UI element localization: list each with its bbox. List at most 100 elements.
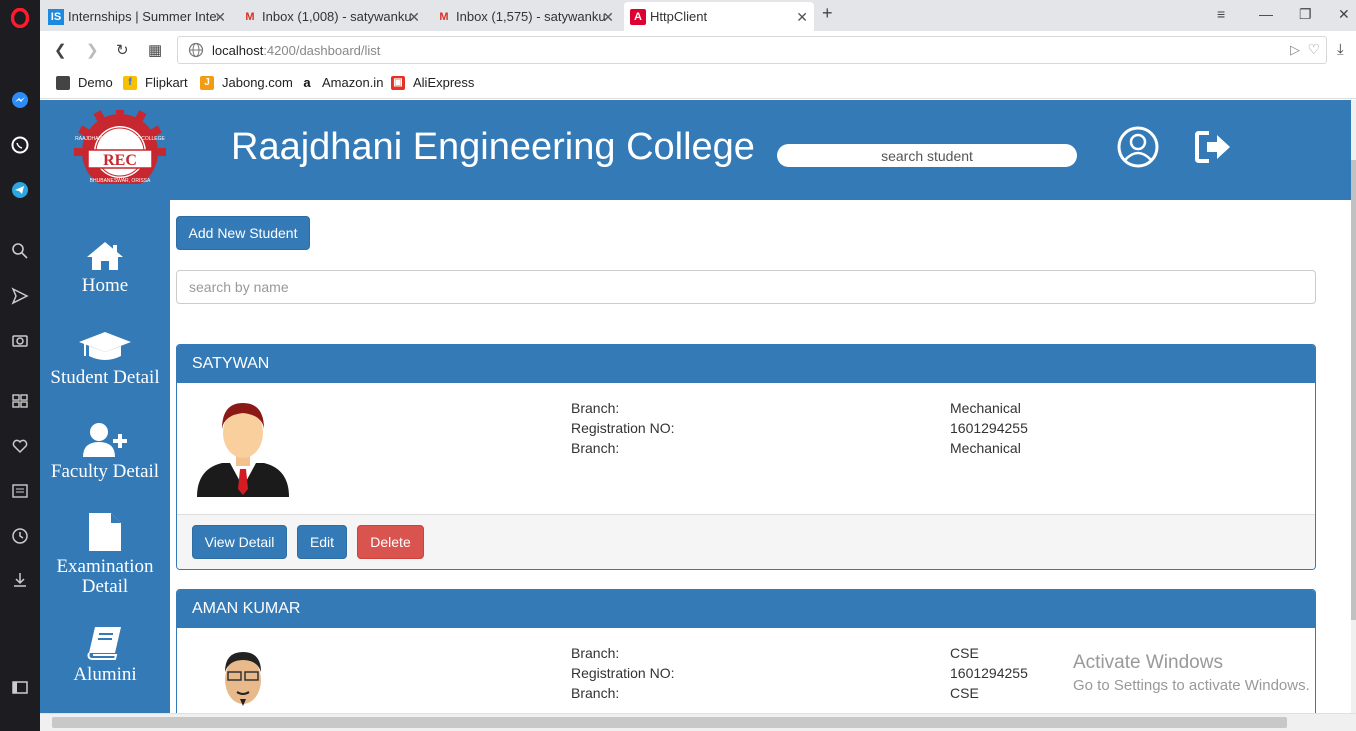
close-tab-icon[interactable]: ✕ [408, 9, 420, 26]
student-card-body: Branch: Mechanical Registration NO: 1601… [177, 383, 1315, 514]
tab-title: Inbox (1,575) - satywankur [456, 9, 606, 24]
student-card: AMAN KUMAR Branch: CSE Registration NO: … [176, 589, 1316, 713]
horizontal-scrollbar[interactable] [40, 713, 1356, 731]
heart-icon[interactable] [10, 436, 30, 456]
messenger-icon[interactable] [10, 90, 30, 110]
download-icon[interactable]: ⤓ [1337, 41, 1344, 58]
search-icon[interactable] [10, 241, 30, 261]
new-tab-icon[interactable]: + [822, 3, 833, 24]
student-search-input[interactable] [777, 144, 1077, 167]
camera-icon[interactable] [10, 330, 30, 350]
gmail-favicon-icon: M [245, 10, 255, 23]
sidebar-item-student-detail[interactable]: Student Detail [40, 330, 170, 388]
edit-button[interactable]: Edit [297, 525, 347, 559]
opera-logo-icon[interactable] [10, 8, 30, 28]
vertical-scrollbar[interactable] [1351, 100, 1356, 713]
field-label: Branch: [571, 440, 620, 456]
tab-internships[interactable]: IS Internships | Summer Inter ✕ [42, 2, 232, 31]
bookmark-heart-icon[interactable]: ♡ [1307, 41, 1320, 58]
field-label: Registration NO: [571, 665, 675, 681]
sidebar-toggle-icon[interactable] [10, 677, 30, 697]
url-host: localhost [212, 43, 264, 58]
speed-dial-icon[interactable] [10, 391, 30, 411]
send-icon[interactable] [10, 286, 30, 306]
url-text[interactable]: localhost:4200/dashboard/list [212, 43, 380, 58]
app-header: REC RAAJDHANI ENGINEERING COLLEGE BHUBAN… [40, 100, 1351, 200]
opera-sidebar [0, 0, 40, 731]
tab-inbox-2[interactable]: M Inbox (1,575) - satywankur ✕ [430, 2, 620, 31]
bookmark-demo[interactable]: Demo [56, 75, 113, 90]
college-logo[interactable]: REC RAAJDHANI ENGINEERING COLLEGE BHUBAN… [60, 106, 180, 190]
add-student-button[interactable]: Add New Student [176, 216, 310, 250]
send-page-icon[interactable]: ▷ [1290, 42, 1300, 58]
tab-inbox-1[interactable]: M Inbox (1,008) - satywankur ✕ [236, 2, 426, 31]
sidebar-item-home[interactable]: Home [40, 240, 170, 296]
activate-windows-subtitle: Go to Settings to activate Windows. [1073, 677, 1310, 694]
delete-button[interactable]: Delete [357, 525, 424, 559]
sidebar-item-label: Faculty Detail [50, 461, 160, 482]
student-card-actions: View Detail Edit Delete [177, 514, 1315, 569]
app-sidebar: Home Student Detail Faculty Detail Exami… [40, 200, 170, 713]
jabong-icon: J [200, 75, 214, 90]
bookmark-amazon[interactable]: a Amazon.in [300, 75, 383, 90]
field-value: CSE [950, 645, 979, 661]
sidebar-item-alumini[interactable]: Alumini [40, 625, 170, 685]
downloads-icon[interactable] [10, 570, 30, 590]
user-profile-icon[interactable] [1117, 126, 1159, 168]
student-card: SATYWAN Branch: Mechanical Registration … [176, 344, 1316, 570]
search-by-name-input[interactable] [176, 270, 1316, 304]
gmail-favicon-icon: M [439, 10, 449, 23]
sidebar-item-label: Examination [56, 556, 154, 577]
student-avatar [217, 642, 271, 713]
scrollbar-thumb[interactable] [1351, 160, 1356, 620]
view-detail-button[interactable]: View Detail [192, 525, 287, 559]
sidebar-item-label: Alumini [73, 664, 137, 685]
field-value: 1601294255 [950, 665, 1028, 681]
field-value: CSE [950, 685, 979, 701]
minimize-icon[interactable]: — [1259, 6, 1273, 22]
bookmark-jabong[interactable]: J Jabong.com [200, 75, 293, 90]
field-label: Branch: [571, 400, 620, 416]
maximize-icon[interactable]: ❐ [1299, 6, 1312, 23]
close-tab-icon[interactable]: ✕ [796, 9, 808, 26]
scrollbar-thumb[interactable] [52, 717, 1287, 728]
logo-ring-bottom: BHUBANESWAR, ORISSA [90, 178, 151, 184]
field-label: Registration NO: [571, 420, 675, 436]
bookmarks-bar: Demo f Flipkart J Jabong.com a Amazon.in… [40, 69, 1356, 99]
sidebar-item-faculty-detail[interactable]: Faculty Detail [40, 422, 170, 482]
sidebar-item-label-2: Detail [81, 576, 129, 597]
bookmark-label: Flipkart [145, 75, 188, 90]
close-tab-icon[interactable]: ✕ [602, 9, 614, 26]
student-name: AMAN KUMAR [177, 590, 1315, 628]
back-icon[interactable]: ❮ [54, 41, 67, 59]
book-icon [87, 627, 121, 660]
news-icon[interactable] [10, 481, 30, 501]
bookmark-label: Amazon.in [322, 75, 384, 90]
telegram-icon[interactable] [10, 180, 30, 200]
bookmark-aliexpress[interactable]: ▣ AliExpress [391, 75, 474, 90]
forward-icon[interactable]: ❯ [86, 41, 99, 59]
bookmark-label: AliExpress [413, 75, 475, 90]
address-row: ❮ ❯ ↻ ▦ localhost:4200/dashboard/list ▷ … [40, 31, 1356, 69]
page-icon [56, 75, 70, 90]
reload-icon[interactable]: ↻ [116, 41, 129, 59]
history-icon[interactable] [10, 526, 30, 546]
amazon-icon: a [303, 75, 311, 90]
tabs-grid-icon[interactable]: ▦ [148, 41, 162, 59]
bookmark-flipkart[interactable]: f Flipkart [123, 75, 188, 90]
whatsapp-icon[interactable] [10, 135, 30, 155]
page-title: Raajdhani Engineering College [231, 126, 755, 168]
logout-icon[interactable] [1195, 130, 1233, 164]
sidebar-item-label: Home [81, 275, 129, 296]
user-plus-icon [83, 423, 127, 457]
sidebar-item-label: Student Detail [50, 367, 160, 388]
field-value: 1601294255 [950, 420, 1028, 436]
student-avatar [192, 397, 294, 499]
logo-text: REC [103, 152, 137, 169]
tab-httpclient[interactable]: A HttpClient ✕ [624, 2, 814, 31]
address-bar[interactable]: localhost:4200/dashboard/list ▷ ♡ [177, 36, 1327, 64]
tab-menu-icon[interactable]: ≡ [1217, 6, 1225, 22]
close-window-icon[interactable]: ✕ [1338, 6, 1350, 23]
sidebar-item-examination-detail[interactable]: Examination Detail [40, 511, 170, 597]
close-tab-icon[interactable]: ✕ [214, 9, 226, 26]
